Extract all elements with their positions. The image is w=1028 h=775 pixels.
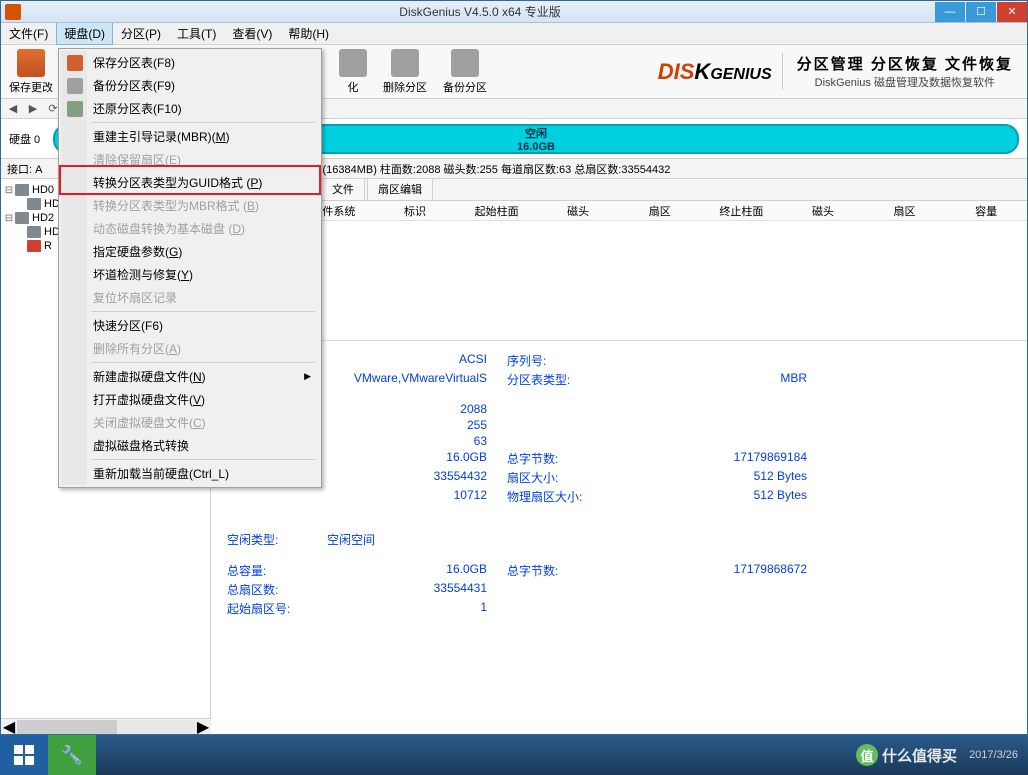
menubar: 文件(F) 硬盘(D) 分区(P) 工具(T) 查看(V) 帮助(H) — [1, 23, 1027, 45]
disk-icon — [27, 198, 41, 210]
minimize-button[interactable]: ― — [935, 2, 965, 22]
brand-line2: DiskGenius 磁盘管理及数据恢复软件 — [815, 74, 995, 90]
tool-save[interactable]: 保存更改 — [1, 47, 61, 97]
menu-item-21[interactable]: 重新加载当前硬盘(Ctrl_L) — [61, 462, 319, 485]
menu-help[interactable]: 帮助(H) — [280, 22, 337, 45]
nav-back-icon[interactable]: ◀ — [5, 101, 21, 117]
menu-item-14: 删除所有分区(A) — [61, 337, 319, 360]
menu-file[interactable]: 文件(F) — [1, 22, 56, 45]
tool-format[interactable]: 化 — [331, 47, 375, 97]
disk-menu-dropdown: 保存分区表(F8)备份分区表(F9)还原分区表(F10) 重建主引导记录(MBR)… — [58, 48, 322, 488]
tree-hscroll[interactable]: ◀ ▶ — [1, 718, 211, 734]
taskbar-app[interactable]: 🔧 — [48, 735, 96, 775]
tool-delete[interactable]: 删除分区 — [375, 47, 435, 97]
save-icon — [67, 55, 83, 71]
tray-date: 2017/3/26 — [969, 749, 1018, 761]
col-head1[interactable]: 磁头 — [537, 203, 619, 219]
menu-disk[interactable]: 硬盘(D) — [56, 22, 113, 45]
taskbar: 🔧 值 什么值得买 2017/3/26 — [0, 735, 1028, 775]
tab-files[interactable]: 文件 — [321, 179, 365, 200]
nav-fwd-icon[interactable]: ▶ — [25, 101, 41, 117]
details-pane: ACSI序列号: VMware,VMwareVirtualS分区表类型:MBR … — [211, 341, 1027, 718]
tabs: 文件 扇区编辑 — [211, 179, 1027, 201]
menu-item-1[interactable]: 备份分区表(F9) — [61, 74, 319, 97]
menu-item-0[interactable]: 保存分区表(F8) — [61, 51, 319, 74]
tab-sector-edit[interactable]: 扇区编辑 — [367, 179, 433, 200]
menu-view[interactable]: 查看(V) — [224, 22, 280, 45]
brand-logo: DISKGENIUS — [648, 59, 782, 85]
col-endcyl[interactable]: 终止柱面 — [701, 203, 783, 219]
col-startcyl[interactable]: 起始柱面 — [456, 203, 538, 219]
menu-item-10[interactable]: 坏道检测与修复(Y) — [61, 263, 319, 286]
col-flag[interactable]: 标识 — [374, 203, 456, 219]
menu-item-5: 清除保留扇区(E) — [61, 148, 319, 171]
menu-item-6[interactable]: 转换分区表类型为GUID格式 (P) — [61, 171, 319, 194]
partition-list[interactable] — [211, 221, 1027, 341]
restore-icon — [67, 101, 83, 117]
format-icon — [339, 49, 367, 77]
brand-line1: 分区管理 分区恢复 文件恢复 — [797, 53, 1013, 74]
menu-item-18: 关闭虚拟硬盘文件(C) — [61, 411, 319, 434]
tool-backup[interactable]: 备份分区 — [435, 47, 495, 97]
backup-icon — [451, 49, 479, 77]
watermark-badge: 值 — [856, 744, 878, 766]
windows-icon — [14, 745, 34, 765]
menu-item-4[interactable]: 重建主引导记录(MBR)(M) — [61, 125, 319, 148]
window-title: DiskGenius V4.5.0 x64 专业版 — [25, 3, 935, 20]
menu-item-19[interactable]: 虚拟磁盘格式转换 — [61, 434, 319, 457]
titlebar: DiskGenius V4.5.0 x64 专业版 ― ☐ ✕ — [1, 1, 1027, 23]
menu-item-16[interactable]: 新建虚拟硬盘文件(N)▶ — [61, 365, 319, 388]
save-icon — [17, 49, 45, 77]
menu-tools[interactable]: 工具(T) — [169, 22, 224, 45]
delete-icon — [391, 49, 419, 77]
maximize-button[interactable]: ☐ — [966, 2, 996, 22]
start-button[interactable] — [0, 735, 48, 775]
interface-label: 接口: A — [7, 161, 42, 177]
col-capacity[interactable]: 容量 — [945, 203, 1027, 219]
disk-label: 硬盘 0 — [9, 131, 49, 147]
menu-item-9[interactable]: 指定硬盘参数(G) — [61, 240, 319, 263]
disk-icon — [15, 212, 29, 224]
menu-item-13[interactable]: 快速分区(F6) — [61, 314, 319, 337]
col-sector1[interactable]: 扇区 — [619, 203, 701, 219]
app-icon — [5, 4, 21, 20]
col-sector2[interactable]: 扇区 — [864, 203, 946, 219]
menu-item-7: 转换分区表类型为MBR格式 (B) — [61, 194, 319, 217]
menu-item-11: 复位坏扇区记录 — [61, 286, 319, 309]
watermark: 值 什么值得买 — [856, 744, 957, 766]
menu-item-2[interactable]: 还原分区表(F10) — [61, 97, 319, 120]
removable-icon — [27, 240, 41, 252]
menu-partition[interactable]: 分区(P) — [113, 22, 169, 45]
submenu-arrow-icon: ▶ — [304, 371, 311, 382]
backup-icon — [67, 78, 83, 94]
tray: 值 什么值得买 2017/3/26 — [846, 744, 1028, 766]
disk-icon — [15, 184, 29, 196]
col-head2[interactable]: 磁头 — [782, 203, 864, 219]
menu-item-17[interactable]: 打开虚拟硬盘文件(V) — [61, 388, 319, 411]
brand-area: DISKGENIUS 分区管理 分区恢复 文件恢复 DiskGenius 磁盘管… — [648, 53, 1027, 90]
right-panel: 文件 扇区编辑 序号(状态) 文件系统 标识 起始柱面 磁头 扇区 终止柱面 磁… — [211, 179, 1027, 718]
menu-item-8: 动态磁盘转换为基本磁盘 (D) — [61, 217, 319, 240]
disk-icon — [27, 226, 41, 238]
close-button[interactable]: ✕ — [997, 2, 1027, 22]
column-headers: 序号(状态) 文件系统 标识 起始柱面 磁头 扇区 终止柱面 磁头 扇区 容量 — [211, 201, 1027, 221]
